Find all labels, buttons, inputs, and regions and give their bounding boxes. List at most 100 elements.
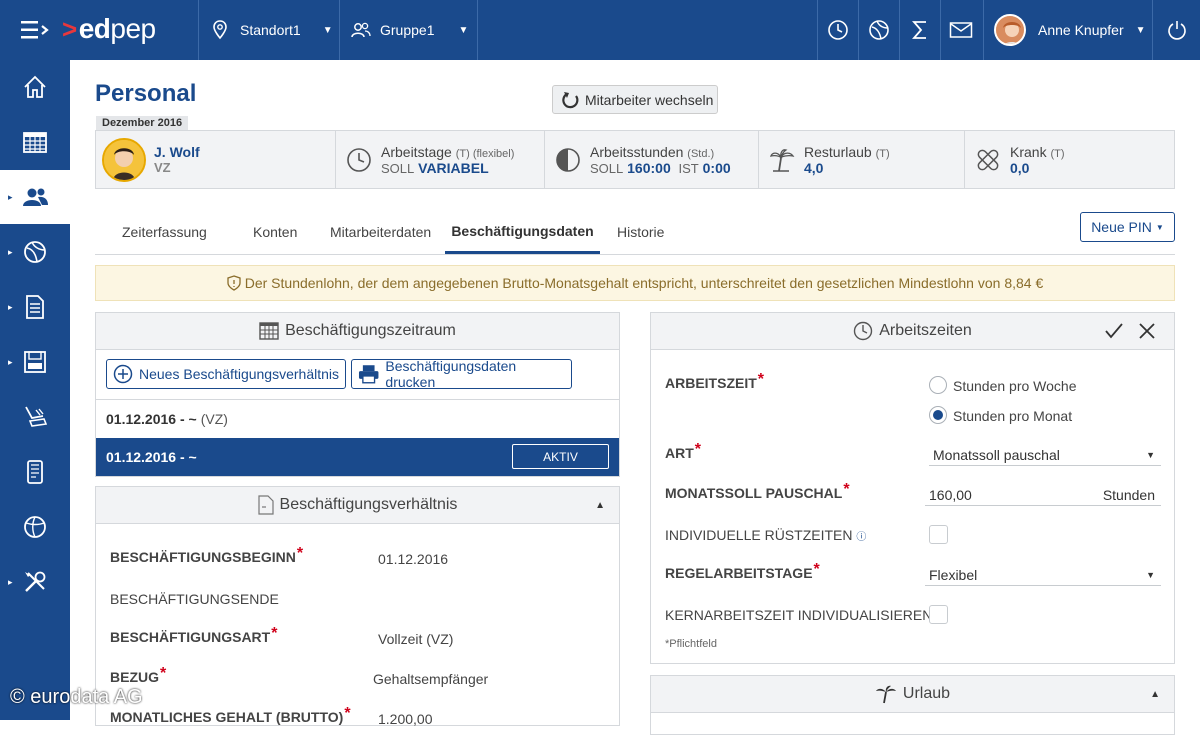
sidebar-item-personal[interactable]: ▸ <box>0 170 70 224</box>
hours-per-month-label: Stunden pro Monat <box>953 408 1073 424</box>
tab-historie[interactable]: Historie <box>617 210 664 254</box>
new-pin-button[interactable]: Neue PIN ▼ <box>1080 212 1175 242</box>
tab-mitarbeiterdaten[interactable]: Mitarbeiterdaten <box>330 210 431 254</box>
divider <box>477 0 478 60</box>
tools-icon <box>25 571 46 592</box>
printer-icon <box>358 365 379 384</box>
vacation-value: 4,0 <box>804 159 824 176</box>
workhours-sub: (Std.) <box>687 147 715 160</box>
clock-icon[interactable] <box>817 0 858 60</box>
chevron-right-icon: ▸ <box>8 356 13 367</box>
radio-hours-per-week[interactable] <box>929 376 947 394</box>
print-employment-button[interactable]: Beschäftigungsdaten drucken <box>351 358 572 390</box>
tab-beschaeftigungsdaten[interactable]: Beschäftigungsdaten <box>445 210 600 254</box>
sick-value: 0,0 <box>1010 159 1030 176</box>
location-selector[interactable]: Standort1 ▼ <box>198 0 339 60</box>
period-range: 01.12.2016 - ~ <box>106 411 197 427</box>
required-note: *Pflichtfeld <box>665 638 717 650</box>
employment-panel-header[interactable]: Beschäftigungsverhältnis ▲ <box>96 487 619 524</box>
workhours-ist-label: IST <box>678 160 699 176</box>
kernarbeitszeit-checkbox[interactable] <box>929 605 948 624</box>
cashier-icon <box>25 406 48 427</box>
regelarbeitstage-value: Flexibel <box>929 566 978 583</box>
switch-employee-button[interactable]: Mitarbeiter wechseln <box>552 85 718 114</box>
edpep-logo[interactable]: > ed pep <box>62 13 156 45</box>
employment-panel: Beschäftigungsverhältnis ▲ BESCHÄFTIGUNG… <box>95 486 620 727</box>
group-selector[interactable]: Gruppe1 ▼ <box>339 0 477 60</box>
vacation-panel-header[interactable]: Urlaub ▲ <box>651 676 1174 713</box>
new-employment-label: Neues Beschäftigungsverhältnis <box>139 366 340 382</box>
close-icon[interactable] <box>1138 322 1156 340</box>
workdays-soll-label: SOLL <box>381 160 415 176</box>
sidebar-item-documents[interactable]: ▸ <box>0 280 70 334</box>
bandage-icon <box>977 149 999 170</box>
collapse-icon[interactable]: ▲ <box>1150 689 1160 700</box>
required-marker: * <box>271 625 278 642</box>
employment-start-value: 01.12.2016 <box>378 551 449 567</box>
worktime-panel: Arbeitszeiten ARBEITSZEIT* Stunden pro W… <box>650 312 1175 664</box>
required-marker: * <box>757 371 765 388</box>
planning-icon <box>24 241 46 263</box>
group-label: Gruppe1 <box>380 22 435 38</box>
period-row[interactable]: 01.12.2016 - ~ (VZ) <box>96 400 619 438</box>
chevron-right-icon: ▸ <box>8 246 13 257</box>
worktime-label: ARBEITSZEIT* <box>665 371 764 393</box>
workhours-label: Arbeitsstunden <box>590 143 684 160</box>
sum-icon[interactable] <box>899 0 940 60</box>
confirm-check-icon[interactable] <box>1104 322 1124 340</box>
chevron-right-icon: ▸ <box>8 191 13 202</box>
people-icon <box>23 188 48 206</box>
sidebar-item-home[interactable] <box>0 60 70 114</box>
new-employment-button[interactable]: Neues Beschäftigungsverhältnis <box>106 359 346 389</box>
sidebar-item-calendar[interactable] <box>0 115 70 169</box>
tab-zeiterfassung[interactable]: Zeiterfassung <box>122 210 207 254</box>
sidebar-item-settings[interactable]: ▸ <box>0 555 70 609</box>
sidebar-item-cashier[interactable] <box>0 390 70 444</box>
sick-cell: Krank (T) 0,0 <box>965 131 1174 188</box>
document-icon <box>26 295 44 319</box>
collapse-icon[interactable]: ▲ <box>595 500 605 511</box>
calendar-icon <box>23 132 47 153</box>
hours-pie-icon <box>556 147 580 172</box>
user-menu[interactable]: Anne Knupfer ▼ <box>983 0 1152 60</box>
regelarbeitstage-select[interactable]: Flexibel ▼ <box>925 564 1161 586</box>
chevron-down-icon: ▼ <box>1155 222 1164 232</box>
save-icon <box>24 351 46 373</box>
art-label: ART* <box>665 441 701 463</box>
vacation-sub: (T) <box>875 147 890 160</box>
monatssoll-input[interactable]: 160,00 Stunden <box>925 484 1161 506</box>
radio-hours-per-month[interactable] <box>929 406 947 424</box>
ruestzeiten-checkbox[interactable] <box>929 525 948 544</box>
employment-start-label-text: BESCHÄFTIGUNGSBEGINN <box>110 549 296 565</box>
sidebar-item-statistics[interactable] <box>0 500 70 554</box>
planning-icon[interactable] <box>858 0 899 60</box>
art-select[interactable]: Monatssoll pauschal ▼ <box>929 444 1161 466</box>
monthly-salary-label-text: MONATLICHES GEHALT (BRUTTO) <box>110 709 344 725</box>
tab-konten[interactable]: Konten <box>253 210 297 254</box>
required-marker: * <box>296 545 304 562</box>
tablet-icon <box>27 460 43 484</box>
salary-basis-value: Gehaltsempfänger <box>373 671 489 687</box>
employment-type-label: BESCHÄFTIGUNGSART* <box>110 625 277 647</box>
period-row-selected[interactable]: 01.12.2016 - ~ AKTIV <box>96 438 619 476</box>
employment-panel-title: Beschäftigungsverhältnis <box>279 496 458 513</box>
mail-icon[interactable] <box>940 0 981 60</box>
employment-type-label-text: BESCHÄFTIGUNGSART <box>110 629 271 645</box>
employee-card[interactable]: J. Wolf VZ <box>96 131 336 188</box>
chevron-down-icon: ▼ <box>1146 449 1155 460</box>
menu-toggle-icon[interactable] <box>18 18 50 42</box>
sidebar-item-planning[interactable]: ▸ <box>0 225 70 279</box>
required-marker: * <box>813 561 820 578</box>
warning-text: Der Stundenlohn, der dem angegebenen Bru… <box>244 275 1044 291</box>
sidebar-item-save[interactable]: ▸ <box>0 335 70 389</box>
chevron-down-icon: ▼ <box>458 24 469 36</box>
hours-per-week-label: Stunden pro Woche <box>953 378 1077 394</box>
sidebar-item-tablet[interactable] <box>0 445 70 499</box>
worktime-label-text: ARBEITSZEIT <box>665 375 757 391</box>
chevron-right-icon: ▸ <box>8 576 13 587</box>
ruestzeiten-label: INDIVIDUELLE RÜSTZEITEN ⓘ <box>665 527 866 543</box>
vacation-panel-title: Urlaub <box>902 685 951 702</box>
power-icon[interactable] <box>1152 0 1200 60</box>
workhours-soll-value: 160:00 <box>627 159 671 176</box>
info-icon[interactable]: ⓘ <box>856 532 866 543</box>
